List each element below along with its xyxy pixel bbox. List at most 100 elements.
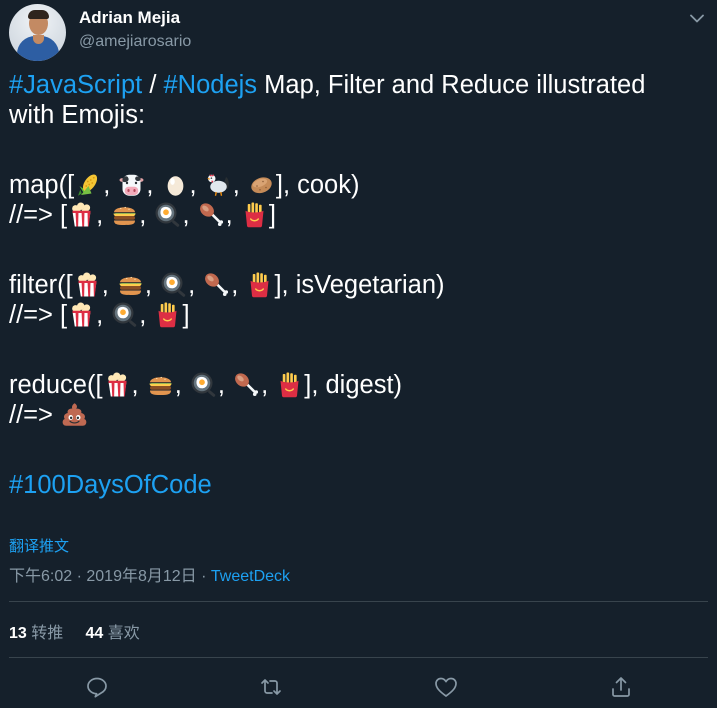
hamburger-emoji — [147, 371, 174, 398]
filter-call-line: filter([, , , , ], isVegetarian) — [9, 270, 709, 300]
popcorn-emoji — [74, 271, 101, 298]
tweet: Adrian Mejia @amejiarosario #JavaScript … — [0, 0, 717, 708]
potato-emoji — [248, 171, 275, 198]
map-outputs: , , , , — [67, 201, 269, 229]
hashtag-separator: / — [142, 71, 164, 99]
author-handle[interactable]: @amejiarosario — [79, 33, 191, 51]
likes-stat[interactable]: 44 喜欢 — [86, 625, 140, 642]
divider — [9, 657, 708, 658]
translate-tweet-link[interactable]: 翻译推文 — [9, 535, 69, 556]
emoji-separator: , — [96, 201, 111, 229]
fries-emoji — [241, 201, 268, 228]
filter-call-close: ], isVegetarian) — [274, 271, 445, 299]
likes-count: 44 — [85, 625, 104, 642]
chevron-down-icon[interactable] — [686, 7, 708, 29]
tweet-text: #JavaScript / #Nodejs Map, Filter and Re… — [9, 70, 709, 500]
emoji-separator: , — [144, 271, 160, 299]
retweet-icon[interactable] — [258, 674, 284, 700]
popcorn-emoji — [68, 301, 95, 328]
meta-dot: · — [72, 568, 87, 585]
reduce-outputs — [60, 401, 89, 429]
emoji-separator: , — [101, 271, 116, 299]
poultry-leg-emoji — [203, 271, 230, 298]
author-display-name[interactable]: Adrian Mejia — [79, 8, 180, 28]
emoji-separator: , — [225, 201, 240, 229]
fried-egg-emoji — [111, 301, 138, 328]
popcorn-emoji — [104, 371, 131, 398]
cow-emoji — [118, 171, 145, 198]
avatar[interactable] — [9, 4, 66, 61]
reduce-inputs: , , , , — [103, 371, 305, 399]
emoji-separator: , — [96, 301, 111, 329]
map-call-open: map([ — [9, 171, 75, 199]
chicken-emoji — [205, 171, 232, 198]
fried-egg-emoji — [190, 371, 217, 398]
poop-emoji — [61, 401, 88, 428]
emoji-separator: , — [174, 371, 189, 399]
filter-result-close: ] — [182, 301, 190, 329]
reply-icon[interactable] — [84, 674, 110, 700]
map-call-line: map([, , , , ], cook) — [9, 170, 709, 200]
filter-result-line: //=> [, , ] — [9, 300, 709, 330]
footer-hashtag-line: #100DaysOfCode — [9, 470, 709, 500]
tweet-meta: 下午6:02 · 2019年8月12日 · TweetDeck — [9, 562, 290, 586]
tweet-time[interactable]: 下午6:02 — [9, 568, 72, 585]
filter-call-open: filter([ — [9, 271, 73, 299]
tweet-line-2: with Emojis: — [9, 101, 146, 129]
hamburger-emoji — [111, 201, 138, 228]
retweets-label: 转推 — [31, 625, 64, 642]
poultry-leg-emoji — [198, 201, 225, 228]
emoji-separator: , — [146, 171, 161, 199]
meta-dot: · — [196, 568, 211, 585]
map-result-line: //=> [, , , , ] — [9, 200, 709, 230]
emoji-separator: , — [139, 201, 154, 229]
likes-label: 喜欢 — [107, 625, 140, 642]
emoji-separator: , — [189, 171, 204, 199]
fries-emoji — [276, 371, 303, 398]
fried-egg-emoji — [154, 201, 181, 228]
hashtag-javascript[interactable]: #JavaScript — [9, 71, 142, 99]
egg-emoji — [162, 171, 189, 198]
avatar-hair — [28, 10, 49, 19]
tweet-date[interactable]: 2019年8月12日 — [86, 568, 196, 585]
fried-egg-emoji — [160, 271, 187, 298]
map-result-prefix: //=> [ — [9, 201, 68, 229]
fries-emoji — [154, 301, 181, 328]
map-call-close: ], cook) — [275, 171, 360, 199]
emoji-separator: , — [103, 171, 118, 199]
reduce-call-line: reduce([, , , , ], digest) — [9, 370, 709, 400]
reduce-call-open: reduce([ — [9, 371, 103, 399]
share-icon[interactable] — [608, 674, 634, 700]
reduce-call-close: ], digest) — [304, 371, 403, 399]
emoji-separator: , — [217, 371, 233, 399]
hamburger-emoji — [117, 271, 144, 298]
map-result-close: ] — [268, 201, 276, 229]
filter-result-prefix: //=> [ — [9, 301, 68, 329]
divider — [9, 601, 708, 602]
emoji-separator: , — [231, 271, 246, 299]
emoji-separator: , — [188, 271, 203, 299]
map-inputs: , , , , — [74, 171, 276, 199]
tweet-line-1: #JavaScript / #Nodejs Map, Filter and Re… — [9, 70, 709, 100]
popcorn-emoji — [68, 201, 95, 228]
emoji-separator: , — [139, 301, 154, 329]
corn-emoji — [75, 171, 102, 198]
emoji-separator: , — [261, 371, 276, 399]
emoji-separator: , — [131, 371, 146, 399]
hashtag-nodejs[interactable]: #Nodejs — [164, 71, 258, 99]
tweet-stats: 13 转推 44 喜欢 — [9, 619, 140, 643]
hashtag-100daysofcode[interactable]: #100DaysOfCode — [9, 471, 212, 499]
tweet-source[interactable]: TweetDeck — [211, 568, 290, 585]
fries-emoji — [246, 271, 273, 298]
like-icon[interactable] — [433, 674, 459, 700]
retweets-count: 13 — [9, 625, 27, 642]
poultry-leg-emoji — [233, 371, 260, 398]
emoji-separator: , — [182, 201, 197, 229]
emoji-separator: , — [232, 171, 247, 199]
reduce-result-prefix: //=> — [9, 401, 61, 429]
retweets-stat[interactable]: 13 转推 — [9, 625, 63, 642]
reduce-result-line: //=> — [9, 400, 709, 430]
filter-outputs: , , — [67, 301, 182, 329]
tweet-intro-text: Map, Filter and Reduce illustrated — [257, 71, 646, 99]
filter-inputs: , , , , — [73, 271, 275, 299]
